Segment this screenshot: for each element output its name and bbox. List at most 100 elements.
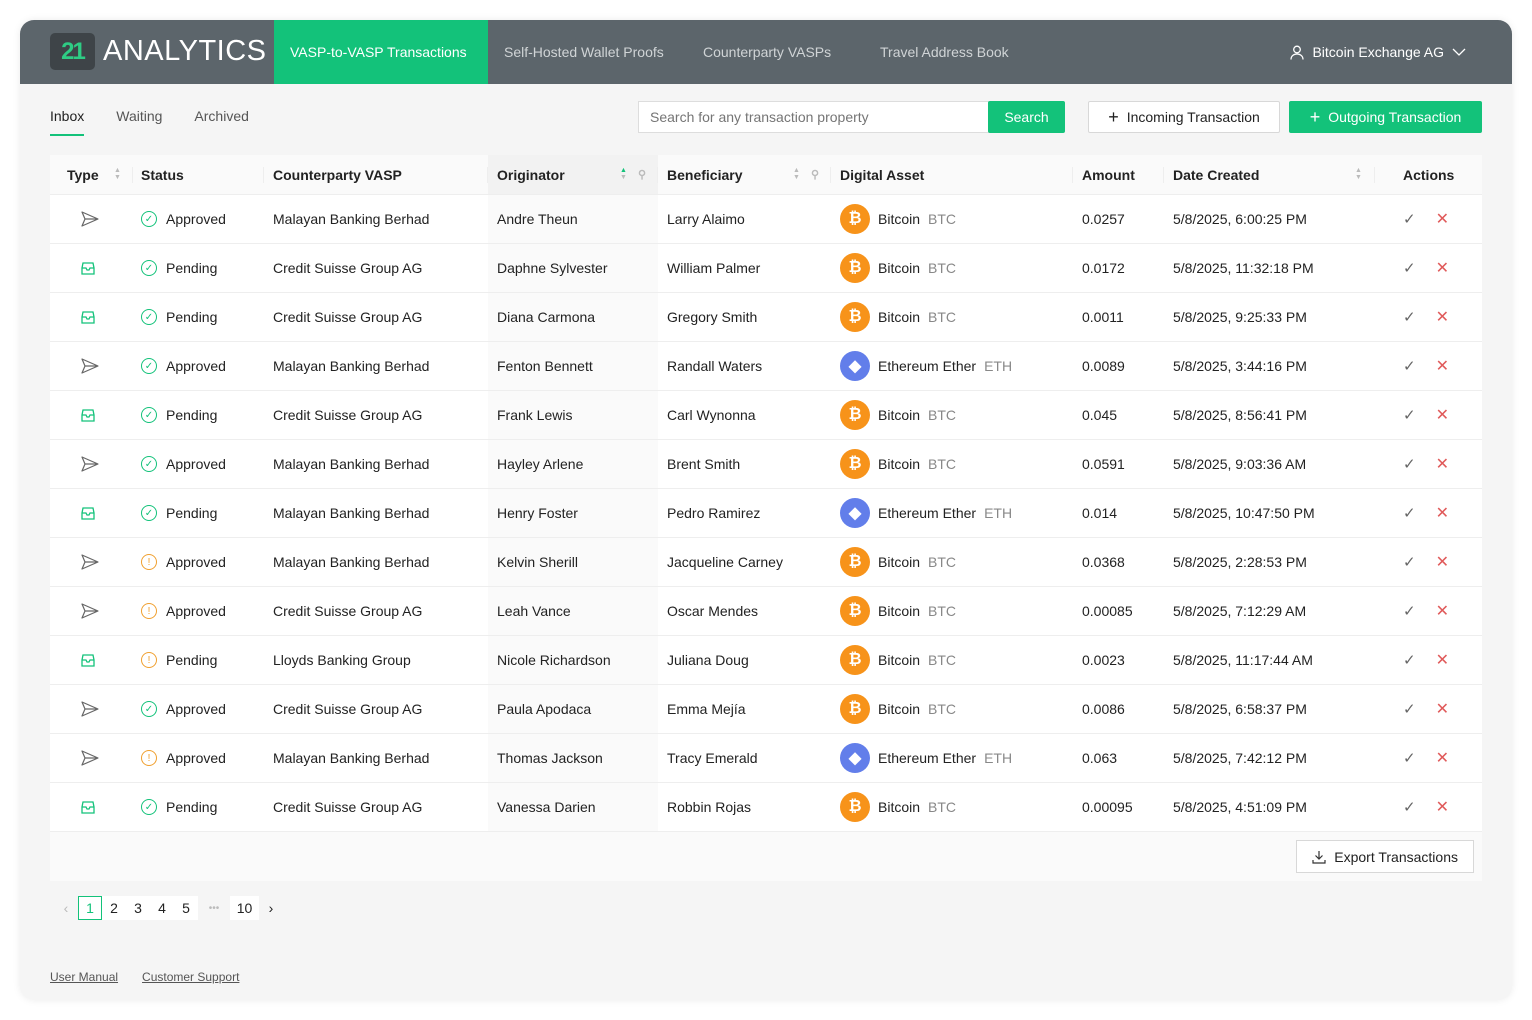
table-row[interactable]: ✓Approved Credit Suisse Group AG Paula A…: [50, 685, 1482, 734]
nav-travel-address-book[interactable]: Travel Address Book: [880, 20, 1009, 84]
page-3[interactable]: 3: [126, 896, 150, 920]
col-beneficiary[interactable]: Beneficiary▲▼⚲: [658, 155, 831, 194]
reject-icon[interactable]: ✕: [1436, 307, 1449, 327]
col-originator[interactable]: Originator▲▼⚲: [488, 155, 658, 194]
approve-icon[interactable]: ✓: [1403, 308, 1416, 326]
next-page-button[interactable]: ›: [259, 896, 283, 920]
status-text: Approved: [166, 750, 226, 766]
approve-icon[interactable]: ✓: [1403, 798, 1416, 816]
send-icon: [81, 456, 99, 472]
page-4[interactable]: 4: [150, 896, 174, 920]
asset-name: Ethereum Ether: [878, 505, 976, 521]
vasp-cell: Credit Suisse Group AG: [264, 587, 488, 635]
reject-icon[interactable]: ✕: [1436, 258, 1449, 278]
asset-cell: ₿BitcoinBTC: [831, 636, 1073, 684]
beneficiary-cell: Juliana Doug: [658, 636, 831, 684]
approve-icon[interactable]: ✓: [1403, 553, 1416, 571]
status-text: Approved: [166, 211, 226, 227]
page-10[interactable]: 10: [230, 896, 259, 920]
check-circle-icon: ✓: [141, 701, 157, 717]
approve-icon[interactable]: ✓: [1403, 651, 1416, 669]
approve-icon[interactable]: ✓: [1403, 210, 1416, 228]
asset-cell: ◆Ethereum EtherETH: [831, 489, 1073, 537]
type-cell: [50, 734, 133, 782]
customer-support-link[interactable]: Customer Support: [142, 970, 239, 984]
reject-icon[interactable]: ✕: [1436, 503, 1449, 523]
col-date-created[interactable]: Date Created ▲▼: [1164, 155, 1375, 194]
logo[interactable]: 21 ANALYTICS: [50, 33, 267, 70]
approve-icon[interactable]: ✓: [1403, 749, 1416, 767]
reject-icon[interactable]: ✕: [1436, 405, 1449, 425]
pagination: ‹ 1 2 3 4 5 ••• 10 ›: [54, 896, 283, 920]
reject-icon[interactable]: ✕: [1436, 552, 1449, 572]
reject-icon[interactable]: ✕: [1436, 699, 1449, 719]
search-icon[interactable]: ⚲: [638, 168, 646, 181]
approve-icon[interactable]: ✓: [1403, 504, 1416, 522]
asset-ticker: BTC: [928, 799, 956, 815]
search-button[interactable]: Search: [988, 101, 1065, 133]
originator-cell: Nicole Richardson: [488, 636, 658, 684]
table-row[interactable]: ✓Pending Credit Suisse Group AG Diana Ca…: [50, 293, 1482, 342]
incoming-transaction-button[interactable]: +Incoming Transaction: [1088, 101, 1280, 133]
originator-cell: Hayley Arlene: [488, 440, 658, 488]
approve-icon[interactable]: ✓: [1403, 259, 1416, 277]
table-row[interactable]: !Approved Credit Suisse Group AG Leah Va…: [50, 587, 1482, 636]
table-row[interactable]: ✓Pending Credit Suisse Group AG Daphne S…: [50, 244, 1482, 293]
asset-name: Ethereum Ether: [878, 358, 976, 374]
table-row[interactable]: ✓Approved Malayan Banking Berhad Fenton …: [50, 342, 1482, 391]
table-row[interactable]: !Approved Malayan Banking Berhad Kelvin …: [50, 538, 1482, 587]
table-row[interactable]: ✓Pending Credit Suisse Group AG Frank Le…: [50, 391, 1482, 440]
table-row[interactable]: ✓Approved Malayan Banking Berhad Hayley …: [50, 440, 1482, 489]
col-type[interactable]: Type▲▼: [50, 155, 133, 194]
reject-icon[interactable]: ✕: [1436, 356, 1449, 376]
nav-self-hosted-wallet-proofs[interactable]: Self-Hosted Wallet Proofs: [504, 20, 664, 84]
col-label: Date Created: [1173, 167, 1259, 183]
sort-icon[interactable]: ▲▼: [114, 168, 121, 181]
actions-cell: ✓✕: [1375, 195, 1482, 243]
reject-icon[interactable]: ✕: [1436, 797, 1449, 817]
page-ellipsis[interactable]: •••: [198, 896, 230, 920]
table-row[interactable]: ✓Pending Credit Suisse Group AG Vanessa …: [50, 783, 1482, 832]
tab-archived[interactable]: Archived: [194, 108, 248, 136]
table-row[interactable]: !Pending Lloyds Banking Group Nicole Ric…: [50, 636, 1482, 685]
table-row[interactable]: ✓Pending Malayan Banking Berhad Henry Fo…: [50, 489, 1482, 538]
approve-icon[interactable]: ✓: [1403, 357, 1416, 375]
page-2[interactable]: 2: [102, 896, 126, 920]
sort-icon[interactable]: ▲▼: [793, 168, 800, 181]
tab-waiting[interactable]: Waiting: [116, 108, 162, 136]
page-5[interactable]: 5: [174, 896, 198, 920]
reject-icon[interactable]: ✕: [1436, 650, 1449, 670]
amount-cell: 0.0591: [1073, 440, 1164, 488]
tab-inbox[interactable]: Inbox: [50, 108, 84, 136]
nav-vasp-transactions[interactable]: VASP-to-VASP Transactions: [274, 20, 488, 84]
approve-icon[interactable]: ✓: [1403, 455, 1416, 473]
approve-icon[interactable]: ✓: [1403, 406, 1416, 424]
asset-cell: ◆Ethereum EtherETH: [831, 342, 1073, 390]
reject-icon[interactable]: ✕: [1436, 209, 1449, 229]
export-transactions-button[interactable]: Export Transactions: [1296, 840, 1474, 873]
outgoing-transaction-button[interactable]: +Outgoing Transaction: [1289, 101, 1482, 133]
sort-icon[interactable]: ▲▼: [1355, 168, 1362, 181]
approve-icon[interactable]: ✓: [1403, 700, 1416, 718]
bitcoin-icon: ₿: [840, 792, 870, 822]
bitcoin-icon: ₿: [840, 547, 870, 577]
page-1[interactable]: 1: [78, 896, 102, 920]
table-row[interactable]: !Approved Malayan Banking Berhad Thomas …: [50, 734, 1482, 783]
user-manual-link[interactable]: User Manual: [50, 970, 118, 984]
search-input[interactable]: [638, 101, 989, 133]
reject-icon[interactable]: ✕: [1436, 601, 1449, 621]
nav-counterparty-vasps[interactable]: Counterparty VASPs: [703, 20, 831, 84]
vasp-cell: Lloyds Banking Group: [264, 636, 488, 684]
status-text: Pending: [166, 407, 217, 423]
table-row[interactable]: ✓Approved Malayan Banking Berhad Andre T…: [50, 195, 1482, 244]
sort-icon[interactable]: ▲▼: [620, 168, 627, 181]
vasp-cell: Credit Suisse Group AG: [264, 391, 488, 439]
status-cell: ✓Pending: [133, 391, 264, 439]
reject-icon[interactable]: ✕: [1436, 748, 1449, 768]
reject-icon[interactable]: ✕: [1436, 454, 1449, 474]
asset-cell: ₿BitcoinBTC: [831, 538, 1073, 586]
prev-page-button[interactable]: ‹: [54, 896, 78, 920]
user-menu[interactable]: Bitcoin Exchange AG: [1290, 20, 1466, 84]
search-icon[interactable]: ⚲: [811, 168, 819, 181]
approve-icon[interactable]: ✓: [1403, 602, 1416, 620]
